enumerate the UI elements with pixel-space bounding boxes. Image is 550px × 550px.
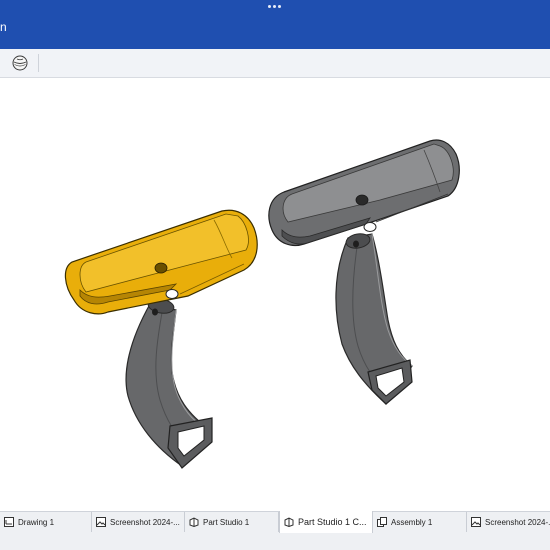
tab-label: Screenshot 2024-...: [110, 517, 180, 527]
tab-screenshot-1[interactable]: Screenshot 2024-...: [92, 512, 185, 532]
part-studio-icon: [189, 517, 199, 527]
left-curved-handle[interactable]: [125, 297, 213, 469]
tab-screenshot-2[interactable]: Screenshot 2024-...: [467, 512, 550, 532]
tab-assembly-1[interactable]: Assembly 1: [373, 512, 467, 532]
drawing-icon: [4, 517, 14, 527]
right-grey-loop[interactable]: [268, 139, 460, 247]
tab-label: Part Studio 1: [203, 517, 250, 527]
document-tab-bar: Drawing 1 Screenshot 2024-... Part Studi…: [0, 511, 550, 550]
tab-part-studio-1-copy[interactable]: Part Studio 1 C...: [279, 511, 373, 533]
document-title[interactable]: n: [0, 20, 7, 34]
tab-drawing-1[interactable]: Drawing 1: [0, 512, 92, 532]
left-yellow-loop[interactable]: [64, 209, 258, 315]
tab-label: Screenshot 2024-...: [485, 517, 550, 527]
graphics-viewport[interactable]: [0, 78, 550, 511]
more-dots-icon[interactable]: [267, 5, 283, 9]
model-canvas[interactable]: [0, 78, 550, 511]
image-icon: [96, 517, 106, 527]
tab-label: Part Studio 1 C...: [298, 517, 367, 527]
toolbar: [0, 49, 550, 78]
assembly-icon: [377, 517, 387, 527]
right-curved-handle[interactable]: [335, 232, 413, 405]
tab-label: Assembly 1: [391, 517, 433, 527]
view-orientation-icon[interactable]: [12, 55, 28, 71]
app-header: n: [0, 0, 550, 49]
tab-part-studio-1[interactable]: Part Studio 1: [185, 512, 279, 532]
part-studio-icon: [284, 517, 294, 527]
left-assembly[interactable]: [64, 209, 258, 469]
image-icon: [471, 517, 481, 527]
right-assembly[interactable]: [268, 139, 460, 405]
tab-label: Drawing 1: [18, 517, 55, 527]
toolbar-divider: [38, 54, 39, 72]
